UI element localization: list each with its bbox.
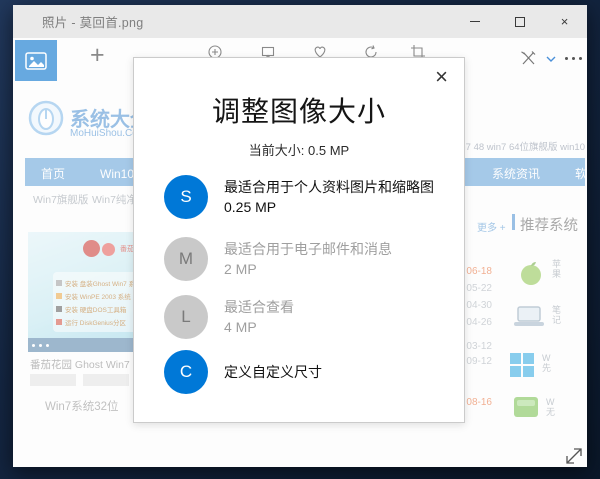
sidebar-item-laptop[interactable]: 笔记	[514, 305, 563, 328]
more-link[interactable]: 更多 +	[477, 219, 506, 234]
add-button[interactable]: +	[90, 41, 105, 70]
window-title: 照片 - 莫回首.png	[42, 12, 144, 31]
apple-icon	[518, 259, 544, 287]
option-description: 最适合用于电子邮件和消息	[224, 239, 392, 259]
size-option-large[interactable]: L 最适合查看 4 MP	[164, 293, 446, 341]
size-badge-c: C	[164, 350, 208, 394]
win7-thumbnail-image[interactable]: 番茄花园 安装 盘装Ghost Win7 系统 安装 WinPE 2003 系统…	[28, 232, 146, 352]
photos-app-window: 照片 - 莫回首.png × +	[13, 5, 587, 467]
option-description: 最适合用于个人资料图片和缩略图	[224, 177, 434, 197]
nav-soft[interactable]: 软	[575, 165, 587, 182]
menu-bullet-icon	[56, 319, 62, 325]
sidebar-accent-bar	[512, 214, 515, 230]
nav-home[interactable]: 首页	[41, 165, 65, 182]
size-option-custom[interactable]: C 定义自定义尺寸	[164, 348, 446, 396]
windows-logo-icon	[510, 353, 534, 377]
menu-bullet-icon	[56, 306, 62, 312]
option-size: 2 MP	[224, 259, 392, 279]
chevron-down-icon[interactable]	[546, 56, 556, 62]
category-label[interactable]: Win7系统32位	[45, 398, 119, 414]
mascot-figure-icon	[102, 243, 115, 256]
sidebar-item-label: W无	[546, 397, 557, 417]
sidebar-item-label: W先	[542, 353, 553, 373]
resize-diagonal-icon[interactable]	[563, 445, 585, 467]
dialog-title: 调整图像大小	[134, 90, 464, 130]
resize-image-dialog: × 调整图像大小 当前大小: 0.5 MP S 最适合用于个人资料图片和缩略图 …	[133, 57, 465, 423]
option-description: 定义自定义尺寸	[224, 362, 322, 382]
laptop-icon	[514, 305, 544, 328]
subnav-win7-ultimate[interactable]: Win7旗舰版	[33, 192, 88, 207]
option-size: 0.25 MP	[224, 197, 434, 217]
sidebar-item-label: 笔记	[552, 305, 563, 325]
close-icon: ×	[561, 14, 569, 29]
option-size: 4 MP	[224, 317, 294, 337]
sidebar-item-windows[interactable]: W先	[510, 353, 553, 377]
site-logo-mouse-icon	[28, 100, 64, 136]
ghost-boot-menu: 安装 盘装Ghost Win7 系统 安装 WinPE 2003 系统 安装 硬…	[53, 272, 145, 332]
edit-icon[interactable]	[520, 50, 537, 67]
menu-item: 安装 WinPE 2003 系统	[65, 291, 131, 301]
size-badge-s: S	[164, 175, 208, 219]
close-button[interactable]: ×	[542, 5, 587, 38]
size-option-small[interactable]: S 最适合用于个人资料图片和缩略图 0.25 MP	[164, 173, 446, 221]
see-more-button[interactable]	[565, 57, 582, 60]
size-badge-m: M	[164, 237, 208, 281]
thumb-taskbar	[28, 338, 146, 352]
site-domain: MoHuiShou.Co	[70, 128, 138, 139]
ghost-system-icon	[514, 397, 538, 417]
thumbnail-caption[interactable]: 番茄花园 Ghost Win7 32位 纯净版	[30, 357, 148, 372]
recommended-systems-title: 推荐系统	[520, 214, 578, 235]
dialog-close-button[interactable]: ×	[431, 62, 452, 92]
download-button-placeholder[interactable]	[83, 374, 129, 386]
menu-item: 安装 硬盘DOS工具箱	[65, 304, 126, 314]
menu-bullet-icon	[56, 293, 62, 299]
maximize-button[interactable]	[497, 5, 542, 38]
mascot-figure-icon	[83, 240, 100, 257]
menu-item: 运行 DiskGenius分区	[65, 317, 126, 327]
nav-news[interactable]: 系统资讯	[492, 165, 540, 182]
minimize-icon	[470, 21, 480, 22]
sidebar-item-ghost[interactable]: W无	[514, 397, 557, 417]
menu-item: 安装 盘装Ghost Win7 系统	[65, 278, 142, 288]
desktop-background: 照片 - 莫回首.png × +	[0, 0, 600, 479]
sidebar-item-apple[interactable]: 苹果	[518, 259, 563, 287]
maximize-icon	[515, 17, 525, 27]
sidebar-item-label: 苹果	[552, 259, 563, 279]
titlebar[interactable]: 照片 - 莫回首.png ×	[13, 5, 587, 38]
size-badge-l: L	[164, 295, 208, 339]
current-size-label: 当前大小: 0.5 MP	[134, 140, 464, 159]
minimize-button[interactable]	[452, 5, 497, 38]
picture-icon	[25, 52, 47, 70]
size-option-medium[interactable]: M 最适合用于电子邮件和消息 2 MP	[164, 235, 446, 283]
option-description: 最适合查看	[224, 297, 294, 317]
select-photo-button[interactable]	[15, 40, 57, 81]
menu-bullet-icon	[56, 280, 62, 286]
window-controls: ×	[452, 5, 587, 38]
download-button-placeholder[interactable]	[30, 374, 76, 386]
